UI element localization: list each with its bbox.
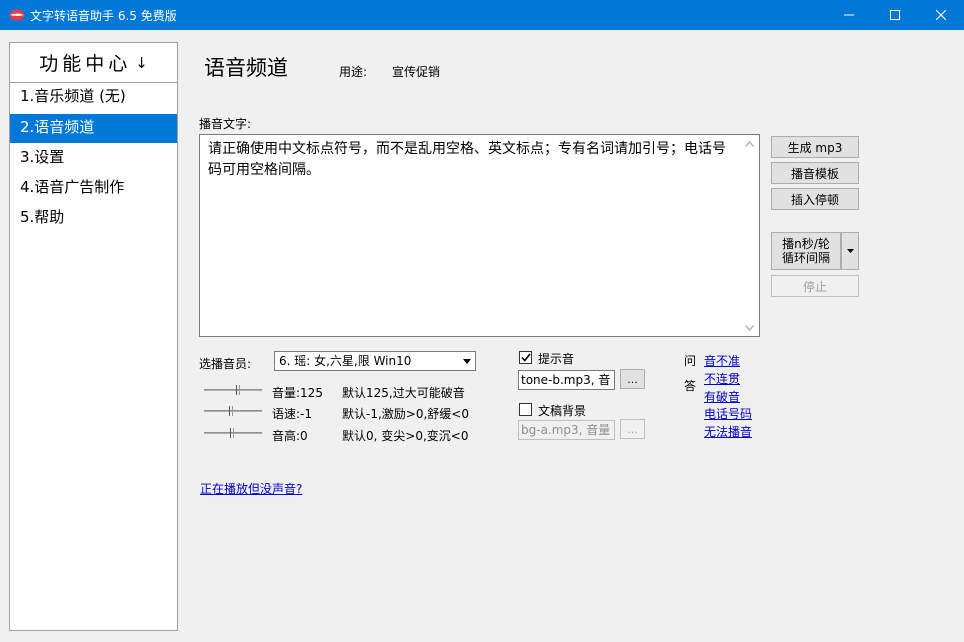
bg-sound-file[interactable]: bg-a.mp3, 音量	[518, 420, 615, 440]
prompt-sound-file[interactable]: tone-b.mp3, 音	[518, 370, 615, 390]
sidebar-item-settings[interactable]: 3.设置	[10, 144, 177, 173]
minimize-icon	[844, 14, 854, 16]
scroll-down-icon[interactable]	[740, 319, 759, 336]
pitch-value: 音高:0	[272, 429, 308, 443]
sidebar-item-voice-channel[interactable]: 2.语音频道	[10, 114, 177, 143]
function-center-header[interactable]: 功能中心 ↓	[10, 43, 177, 83]
prompt-sound-label: 提示音	[538, 352, 575, 366]
no-sound-help-link[interactable]: 正在播放但没声音?	[200, 480, 302, 497]
stop-button[interactable]: 停止	[771, 275, 859, 297]
loop-interval-button[interactable]: 播n秒/轮 循环间隔	[771, 232, 841, 270]
qa-answer-label: 答	[684, 379, 697, 393]
window-title: 文字转语音助手 6.5 免费版	[30, 9, 177, 23]
broadcast-text-area[interactable]: 请正确使用中文标点符号，而不是乱用空格、英文标点；专有名词请加引号；电话号码可用…	[199, 134, 760, 337]
volume-value: 音量:125	[272, 386, 323, 400]
qa-link-not-smooth[interactable]: 不连贯	[704, 370, 740, 387]
qa-link-inaccurate[interactable]: 音不准	[704, 352, 740, 369]
purpose-label: 用途:	[339, 65, 368, 79]
arrow-down-icon: ↓	[135, 53, 148, 72]
close-icon	[936, 10, 946, 20]
caret-down-icon	[846, 249, 854, 253]
chevron-down-icon	[459, 352, 475, 370]
scroll-up-icon[interactable]	[740, 135, 759, 152]
voice-select-label: 选播音员:	[199, 357, 252, 371]
qa-link-phone-number[interactable]: 电话号码	[704, 405, 752, 422]
speed-slider[interactable]	[204, 405, 262, 417]
function-center-label: 功能中心	[39, 53, 132, 75]
loop-interval-line1: 播n秒/轮	[782, 237, 830, 251]
voice-select-value: 6. 瑶: 女,六星,限 Win10	[279, 354, 412, 368]
voice-select[interactable]: 6. 瑶: 女,六星,限 Win10	[274, 351, 476, 371]
loop-interval-line2: 循环间隔	[781, 251, 830, 265]
close-button[interactable]	[918, 0, 964, 30]
bg-sound-checkbox[interactable]	[519, 403, 532, 416]
purpose-value: 宣传促销	[392, 65, 441, 79]
maximize-button[interactable]	[872, 0, 918, 30]
volume-hint: 默认125,过大可能破音	[342, 386, 465, 400]
speed-hint: 默认-1,激励>0,舒缓<0	[342, 407, 469, 421]
pitch-slider-thumb[interactable]	[230, 428, 234, 438]
speed-value: 语速:-1	[272, 407, 313, 421]
volume-slider[interactable]	[204, 384, 262, 396]
speed-slider-thumb[interactable]	[229, 406, 233, 416]
broadcast-text-label: 播音文字:	[199, 117, 252, 131]
qa-link-distortion[interactable]: 有破音	[704, 388, 740, 405]
sidebar-item-voice-ad[interactable]: 4.语音广告制作	[10, 174, 177, 203]
pitch-slider[interactable]	[204, 427, 262, 439]
bg-sound-label: 文稿背景	[538, 404, 587, 418]
text-scrollbar[interactable]	[740, 135, 759, 336]
bg-sound-browse-button[interactable]: ...	[620, 419, 645, 439]
qa-question-label: 问	[684, 354, 697, 368]
loop-interval-dropdown[interactable]	[841, 232, 859, 270]
insert-pause-button[interactable]: 插入停顿	[771, 188, 859, 210]
maximize-icon	[890, 10, 900, 20]
sidebar-item-help[interactable]: 5.帮助	[10, 204, 177, 233]
prompt-sound-checkbox[interactable]	[519, 351, 532, 364]
minimize-button[interactable]	[826, 0, 872, 30]
checkmark-icon	[520, 353, 531, 362]
page-title: 语音频道	[204, 56, 288, 80]
lips-app-icon	[9, 9, 25, 21]
generate-mp3-button[interactable]: 生成 mp3	[771, 136, 859, 158]
title-bar[interactable]: 文字转语音助手 6.5 免费版	[0, 0, 964, 30]
sidebar-item-music-channel[interactable]: 1.音乐频道 (无)	[10, 83, 177, 112]
broadcast-template-button[interactable]: 播音模板	[771, 162, 859, 184]
qa-link-cannot-play[interactable]: 无法播音	[704, 423, 752, 440]
volume-slider-thumb[interactable]	[236, 385, 240, 395]
prompt-sound-browse-button[interactable]: ...	[620, 369, 645, 389]
pitch-hint: 默认0, 变尖>0,变沉<0	[342, 429, 469, 443]
